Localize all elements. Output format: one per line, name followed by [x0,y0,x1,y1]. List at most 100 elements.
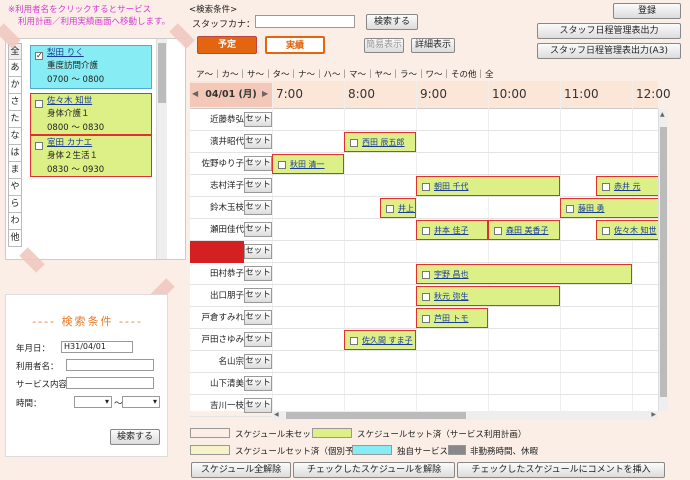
kana-tab[interactable]: わ [8,213,22,230]
service-input[interactable] [66,377,154,389]
kana-tab[interactable]: た [8,111,22,128]
left-search-button[interactable]: 検索する [110,429,160,445]
schedule-client-name[interactable]: 佐久間 すま子 [362,331,413,349]
set-button[interactable]: セット [244,200,272,215]
staff-name[interactable]: 山下清美 [190,373,244,395]
set-button[interactable]: セット [244,112,272,127]
date-input[interactable]: H31/04/01 [61,341,133,353]
schedule-client-name[interactable]: 井上 明 [398,199,415,217]
register-button[interactable]: 登録 [613,3,681,19]
schedule-checkbox[interactable] [566,205,574,213]
schedule-checkbox[interactable] [422,227,430,235]
set-button[interactable]: セット [244,288,272,303]
schedule-checkbox[interactable] [494,227,502,235]
export-schedule-button[interactable]: スタッフ日程管理表出力 [537,23,681,39]
set-button[interactable]: セット [244,332,272,347]
schedule-client-name[interactable]: 藤田 勇 [578,199,605,217]
simple-view-button[interactable]: 簡易表示 [364,38,404,53]
grid-hscroll[interactable]: ◀ ▶ [272,411,658,420]
schedule-block[interactable]: 佐久間 すま子 [344,330,416,350]
export-schedule-a3-button[interactable]: スタッフ日程管理表出力(A3) [537,43,681,59]
schedule-checkbox[interactable] [422,293,430,301]
staff-name[interactable]: 戸田さゆみ [190,329,244,351]
kana-tab[interactable]: ま [8,162,22,179]
schedule-client-name[interactable]: 朝田 千代 [434,177,469,195]
client-card[interactable]: 室田 カナエ 身体２生活１ 0830 ～ 0930 [30,135,152,177]
set-button[interactable]: セット [244,310,272,325]
grid-vscroll[interactable]: ▲ [658,109,668,411]
schedule-block[interactable]: 宇野 昌也 [416,264,632,284]
staff-name[interactable]: 出口朋子 [190,285,244,307]
client-card[interactable]: 佐々木 知世 身体介護１ 0800 ～ 0830 [30,93,152,135]
kana-tab[interactable]: さ [8,94,22,111]
schedule-checkbox[interactable] [422,183,430,191]
kana-filter[interactable]: ア～｜カ～｜サ～｜タ～｜ナ～｜ハ～｜マ～｜ヤ～｜ラ～｜ワ～｜その他｜全 [196,68,494,80]
kana-tab[interactable]: 他 [8,230,22,247]
kana-tab[interactable]: や [8,179,22,196]
time-from-select[interactable]: ▾ [74,396,112,408]
clear-checked-button[interactable]: チェックしたスケジュールを解除 [293,462,455,478]
tab-plan[interactable]: 予定 [197,36,257,54]
schedule-checkbox[interactable] [422,315,430,323]
kana-tab[interactable]: ら [8,196,22,213]
staff-name[interactable]: 濱井昭代 [190,131,244,153]
staff-search-button[interactable]: 検索する [366,14,418,30]
schedule-checkbox[interactable] [278,161,286,169]
staff-name[interactable]: 戸倉すみれ [190,307,244,329]
tab-actual[interactable]: 実績 [265,36,325,54]
next-date-icon[interactable]: ▶ [262,81,268,107]
set-button[interactable]: セット [244,222,272,237]
set-button[interactable]: セット [244,178,272,193]
schedule-checkbox[interactable] [602,183,610,191]
prev-date-icon[interactable]: ◀ [190,81,198,107]
schedule-client-name[interactable]: 秋元 弥生 [434,287,469,305]
staff-name[interactable]: 瀬田佳代 [190,219,244,241]
client-name[interactable]: 梨田 りく [47,47,84,60]
client-checkbox[interactable] [35,100,43,108]
staff-name[interactable]: 吉川一枝 [190,395,244,417]
detail-view-button[interactable]: 詳細表示 [411,38,455,53]
schedule-client-name[interactable]: 井本 佳子 [434,221,469,239]
kana-tab[interactable]: は [8,145,22,162]
client-name[interactable]: 室田 カナエ [47,137,92,150]
schedule-client-name[interactable]: 芦田 トモ [434,309,469,327]
kana-tab[interactable]: あ [8,60,22,77]
schedule-block[interactable]: 朝田 千代 [416,176,560,196]
staff-name[interactable]: 鈴木玉枝 [190,197,244,219]
schedule-block[interactable]: 西田 辰五郎 [344,132,416,152]
client-checkbox[interactable] [35,142,43,150]
schedule-checkbox[interactable] [602,227,610,235]
kana-tab[interactable]: な [8,128,22,145]
set-button[interactable]: セット [244,156,272,171]
set-button[interactable]: セット [244,376,272,391]
client-checkbox[interactable]: ✓ [35,52,43,60]
schedule-checkbox[interactable] [350,139,358,147]
client-card[interactable]: ✓ 梨田 りく 重度訪問介護 0700 ～ 0800 [30,45,152,89]
schedule-block[interactable]: 井上 明 [380,198,416,218]
schedule-block[interactable]: 秋元 弥生 [416,286,560,306]
set-button[interactable]: セット [244,398,272,413]
schedule-checkbox[interactable] [422,271,430,279]
schedule-client-name[interactable]: 宇野 昌也 [434,265,469,283]
schedule-checkbox[interactable] [386,205,394,213]
staff-name[interactable]: 志村洋子 [190,175,244,197]
schedule-block[interactable]: 藤田 勇 [560,198,668,218]
kana-tab[interactable]: か [8,77,22,94]
set-button[interactable]: セット [244,134,272,149]
schedule-client-name[interactable]: 秋田 清一 [290,155,325,173]
comment-checked-button[interactable]: チェックしたスケジュールにコメントを挿入 [457,462,665,478]
user-name-input[interactable] [66,359,154,371]
schedule-client-name[interactable]: 佐々木 知世 [614,221,657,239]
schedule-checkbox[interactable] [350,337,358,345]
schedule-client-name[interactable]: 西田 辰五郎 [362,133,405,151]
staff-name[interactable]: 佐野ゆり子 [190,153,244,175]
client-list-scrollbar[interactable] [156,39,167,259]
schedule-block[interactable]: 芦田 トモ [416,308,488,328]
set-button[interactable]: セット [244,266,272,281]
staff-name[interactable]: 田村恭子 [190,263,244,285]
schedule-block[interactable]: 森田 美香子 [488,220,560,240]
schedule-block[interactable]: 井本 佳子 [416,220,488,240]
staff-name[interactable]: 田中明美 [190,241,244,263]
staff-kana-input[interactable] [255,15,355,28]
time-to-select[interactable]: ▾ [122,396,160,408]
